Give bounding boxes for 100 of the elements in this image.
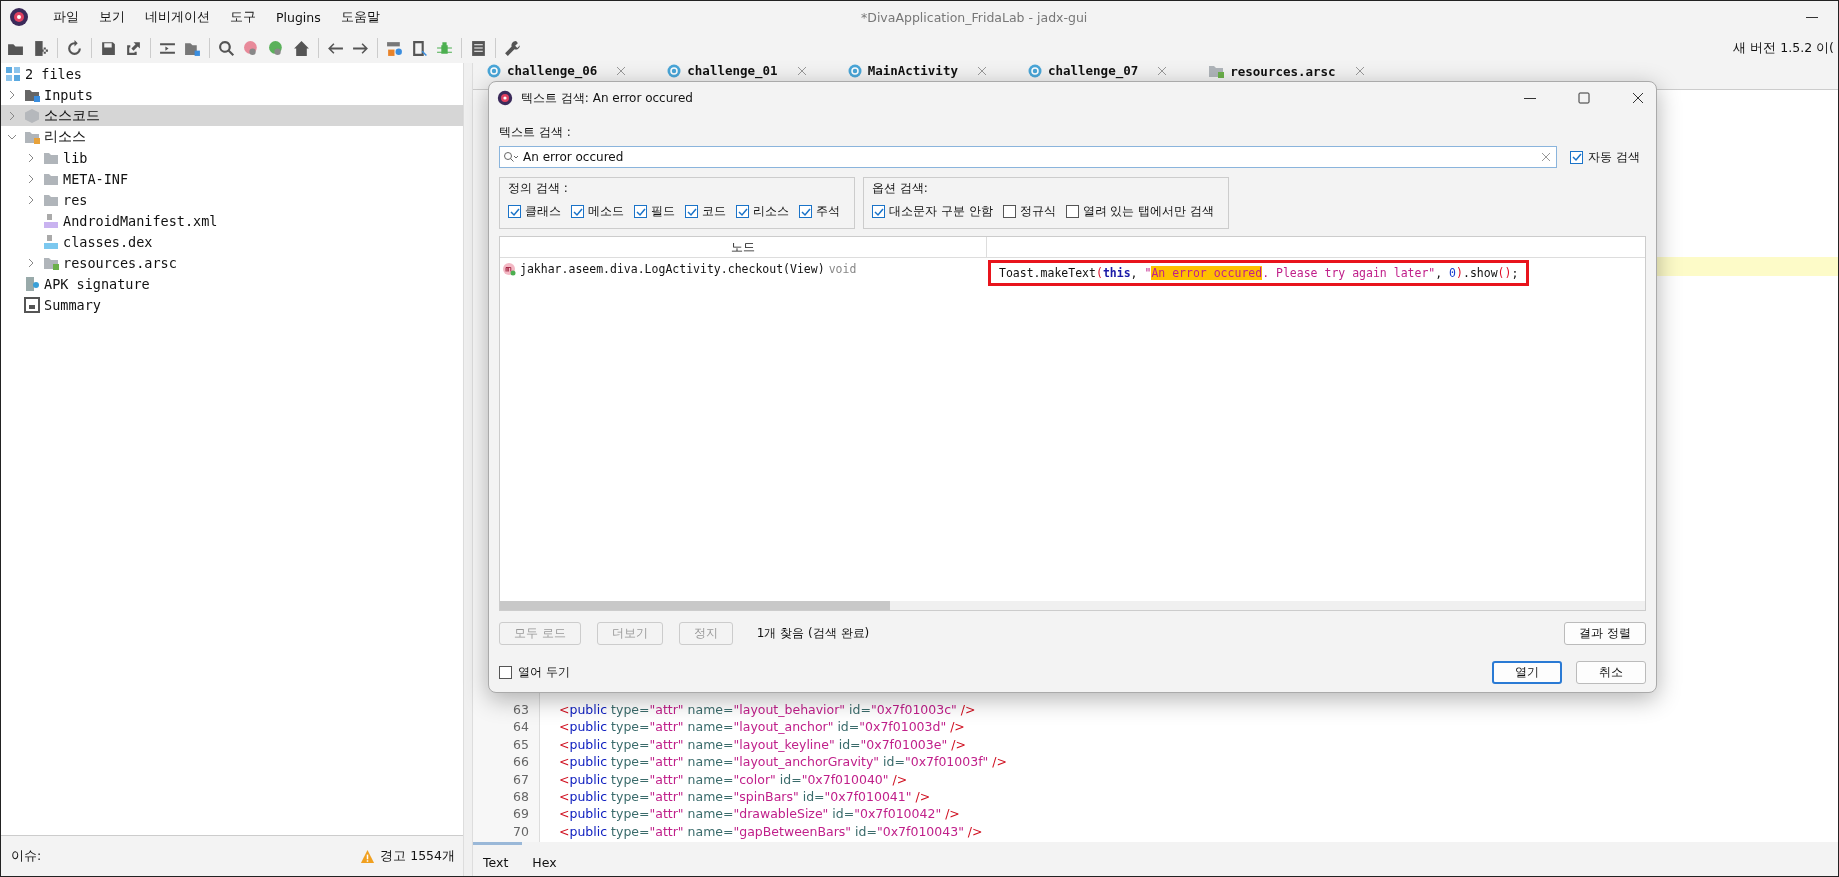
checkbox[interactable] [1570, 150, 1584, 164]
home-icon[interactable] [293, 39, 310, 57]
class-icon [667, 63, 682, 78]
code-line: <public type="attr" name="layout_anchor" id="0x7f01003d" /> [558, 719, 965, 735]
file-icon [43, 233, 59, 250]
clear-icon[interactable] [1542, 153, 1551, 161]
tree-item[interactable]: META-INF [1, 168, 463, 189]
dialog-title: 텍스트 검색: An error occured [521, 89, 693, 107]
tree-item[interactable]: lib [1, 147, 463, 168]
menu-item[interactable]: 도구 [220, 8, 266, 26]
tree-item[interactable]: 리소스 [1, 126, 463, 147]
code-line: <public type="attr" name="layout_behavior" id="0x7f01003c" /> [558, 702, 976, 718]
save-icon[interactable] [100, 39, 117, 57]
editor-tab[interactable]: MainActivity [839, 63, 998, 78]
editor-tab[interactable]: challenge_06 [479, 63, 638, 78]
chevron-right-icon[interactable] [26, 194, 36, 205]
tree-item[interactable]: resources.arsc [1, 252, 463, 273]
line-number: 65 [512, 736, 529, 752]
view-tab[interactable]: Hex [522, 842, 571, 870]
close-icon[interactable] [1632, 92, 1644, 104]
group-title: 정의 검색 : [508, 180, 569, 197]
checkbox[interactable] [736, 205, 749, 218]
menu-item[interactable]: 파일 [43, 8, 89, 26]
checkbox[interactable] [685, 205, 698, 218]
checkbox-label[interactable]: 주석 [816, 203, 840, 220]
editor-tab[interactable]: challenge_01 [659, 63, 818, 78]
dialog-button[interactable]: 취소 [1576, 661, 1646, 684]
document-search-icon[interactable] [411, 39, 428, 57]
line-number: 66 [512, 754, 529, 770]
code-line: <public type="attr" name="layout_keyline" id="0x7f01003e" /> [558, 736, 966, 752]
checkbox-label[interactable]: 열어 두기 [518, 664, 570, 681]
result-node[interactable]: jakhar.aseem.diva.LogActivity.checkout(View) [520, 262, 825, 276]
bug-icon[interactable] [436, 39, 453, 57]
chevron-right-icon[interactable] [26, 152, 36, 163]
editor-tab[interactable]: resources.arsc [1200, 63, 1376, 79]
checkbox[interactable] [799, 205, 812, 218]
checkbox-label[interactable]: 열려 있는 탭에서만 검색 [1082, 203, 1215, 220]
tree-item[interactable]: 소스코드 [1, 105, 463, 126]
checkbox-label[interactable]: 리소스 [753, 203, 789, 220]
search-label: 텍스트 검색 : [499, 124, 572, 141]
line-number: 68 [512, 789, 529, 804]
menu-item[interactable]: 도움말 [330, 8, 390, 26]
menu-item[interactable]: Plugins [266, 9, 331, 25]
refresh-icon[interactable] [66, 39, 83, 57]
checkbox-label[interactable]: 자동 검색 [1588, 148, 1640, 166]
warning-count[interactable]: 경고 1554개 [380, 847, 455, 865]
tree-item[interactable]: res [1, 189, 463, 210]
cube-icon [24, 107, 40, 124]
checkbox-label[interactable]: 필드 [651, 203, 675, 220]
checkbox[interactable] [1002, 205, 1016, 218]
result-count: 1개 찾음 (검색 완료) [756, 624, 870, 642]
class-search-icon[interactable] [243, 39, 260, 57]
code-line: <public type="attr" name="layout_anchorGravity" id="0x7f01003f" /> [558, 754, 1007, 770]
export-icon[interactable] [125, 39, 142, 57]
class-icon [487, 63, 501, 78]
checkbox-label[interactable]: 코드 [702, 203, 726, 220]
tree-item[interactable]: AndroidManifest.xml [1, 210, 463, 231]
chevron-right-icon[interactable] [26, 173, 36, 184]
code-line: <public type="attr" name="spinBars" id="0x7f010041" /> [558, 789, 931, 804]
tree-item[interactable]: classes.dex [1, 231, 463, 252]
horizontal-scrollbar[interactable] [500, 601, 1645, 610]
tree-item[interactable]: 2 files [1, 63, 463, 84]
tree-item[interactable]: Summary [1, 294, 463, 315]
dialog-button[interactable]: 열기 [1492, 661, 1562, 684]
chevron-right-icon[interactable] [26, 257, 36, 268]
checkbox-label[interactable]: 메소드 [588, 203, 624, 220]
menu-item[interactable]: 네비게이션 [135, 8, 220, 26]
checkbox[interactable] [499, 666, 512, 679]
checkbox-label[interactable]: 정규식 [1019, 203, 1056, 220]
sort-button[interactable]: 결과 정렬 [1564, 621, 1646, 645]
issues-label: 이슈: [11, 847, 42, 865]
app-logo-icon [9, 7, 29, 27]
tree-item[interactable]: Inputs [1, 84, 463, 105]
editor-tab[interactable]: challenge_07 [1019, 63, 1179, 78]
checkbox[interactable] [571, 205, 584, 218]
line-number: 67 [512, 771, 529, 787]
search-icon[interactable] [218, 39, 235, 57]
view-tab[interactable]: Text [473, 842, 523, 870]
checkbox[interactable] [872, 205, 885, 218]
chevron-right-icon[interactable] [7, 89, 17, 100]
checkbox-label[interactable]: 대소문자 구분 안함 [889, 203, 993, 220]
wrench-icon[interactable] [504, 39, 521, 57]
warning-icon [360, 848, 376, 864]
chevron-right-icon[interactable] [7, 110, 17, 121]
menu-item[interactable]: 보기 [89, 8, 135, 26]
maximize-icon[interactable] [1578, 92, 1590, 104]
checkbox-label[interactable]: 클래스 [525, 203, 561, 220]
line-number: 69 [512, 806, 529, 822]
usage-search-icon[interactable] [268, 39, 285, 57]
minimize-icon[interactable] [1806, 17, 1818, 19]
code-match[interactable]: Toast.makeText(this, "An error occured. Please try again later", 0).show(); [988, 260, 1530, 286]
column-header[interactable]: 노드 [500, 237, 987, 257]
checkbox[interactable] [508, 205, 521, 218]
tree-item[interactable]: APK signature [1, 273, 463, 294]
update-notice[interactable]: 새 버전 1.5.2 이( [1733, 39, 1834, 57]
log-icon[interactable] [470, 39, 487, 57]
search-field[interactable]: An error occured [499, 146, 1558, 168]
class-icon [1027, 63, 1042, 78]
checkbox[interactable] [634, 205, 647, 218]
checkbox[interactable] [1065, 205, 1079, 218]
